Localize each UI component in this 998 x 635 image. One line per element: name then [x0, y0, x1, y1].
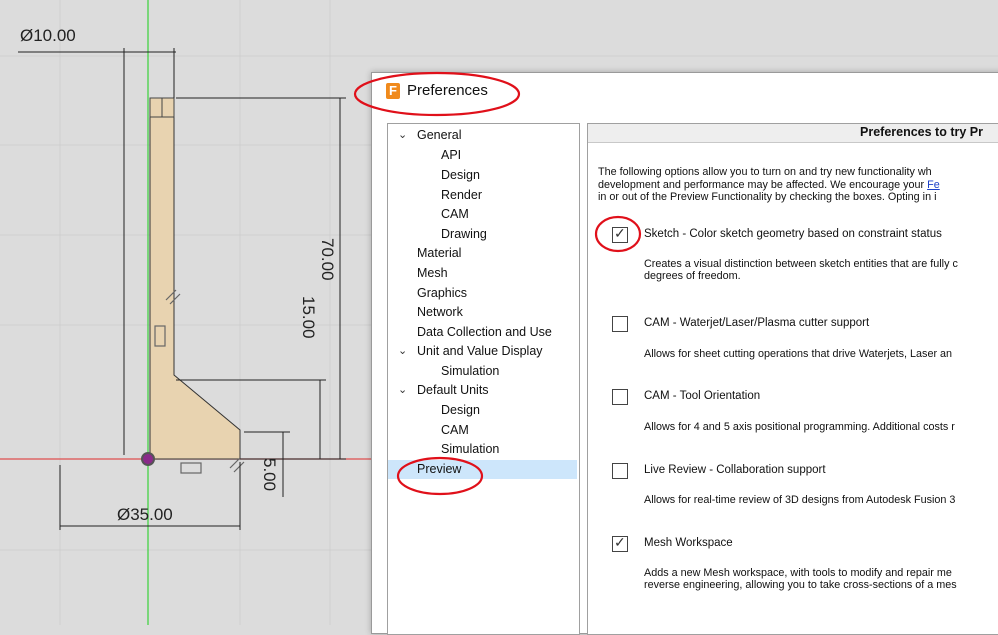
- tree-item-render[interactable]: Render: [441, 186, 482, 205]
- tree-item-cam[interactable]: CAM: [441, 205, 469, 224]
- option-desc-mesh-1: Adds a new Mesh workspace, with tools to…: [644, 567, 952, 579]
- tree-item-units-design[interactable]: Design: [441, 401, 480, 420]
- preferences-dialog: F Preferences ⌄ General API Design Rende…: [371, 72, 998, 635]
- option-label-sketch: Sketch - Color sketch geometry based on …: [644, 228, 942, 240]
- part-profile: [149, 97, 241, 460]
- cam-waterjet-checkbox[interactable]: [612, 316, 628, 332]
- option-desc-sketch-2: degrees of freedom.: [644, 270, 741, 282]
- chevron-down-icon[interactable]: ⌄: [398, 342, 410, 361]
- tree-item-unit-value-display[interactable]: ⌄ Unit and Value Display: [388, 342, 577, 361]
- checkmark-icon: ✓: [614, 225, 626, 241]
- option-label-live-review: Live Review - Collaboration support: [644, 464, 826, 476]
- chevron-down-icon[interactable]: ⌄: [398, 126, 410, 145]
- cam-tool-orientation-checkbox[interactable]: [612, 389, 628, 405]
- dialog-title: Preferences: [407, 82, 488, 99]
- panel-header: Preferences to try Pr: [588, 124, 998, 143]
- dialog-titlebar[interactable]: F Preferences: [372, 73, 998, 113]
- origin-point: [141, 452, 155, 466]
- tree-item-simulation[interactable]: Simulation: [441, 362, 499, 381]
- checkmark-icon: ✓: [614, 534, 626, 550]
- tree-item-default-units[interactable]: ⌄ Default Units: [388, 381, 577, 400]
- mesh-workspace-checkbox[interactable]: ✓: [612, 534, 628, 552]
- dim-base-height[interactable]: 5.00: [259, 458, 279, 491]
- intro-line-1: The following options allow you to turn …: [598, 166, 932, 178]
- preferences-tree[interactable]: ⌄ General API Design Render CAM Drawing …: [387, 123, 580, 635]
- option-desc-sketch-1: Creates a visual distinction between ske…: [644, 258, 958, 270]
- intro-line-2: development and performance may be affec…: [598, 179, 940, 191]
- option-label-tool-orientation: CAM - Tool Orientation: [644, 390, 761, 402]
- option-desc-waterjet: Allows for sheet cutting operations that…: [644, 348, 953, 360]
- tree-item-general[interactable]: ⌄ General: [388, 126, 577, 145]
- option-label-mesh-workspace: Mesh Workspace: [644, 537, 733, 549]
- tree-item-preview[interactable]: Preview: [388, 460, 577, 479]
- tree-item-units-cam[interactable]: CAM: [441, 421, 469, 440]
- tree-item-mesh[interactable]: Mesh: [417, 264, 448, 283]
- feedback-link[interactable]: Fe: [927, 179, 940, 191]
- tree-item-network[interactable]: Network: [417, 303, 463, 322]
- live-review-checkbox[interactable]: [612, 463, 628, 479]
- tree-item-units-simulation[interactable]: Simulation: [441, 440, 499, 459]
- panel-header-title: Preferences to try Pr: [860, 125, 983, 139]
- dim-mid-height[interactable]: 15.00: [298, 296, 318, 339]
- dim-top-diameter[interactable]: Ø10.00: [20, 26, 76, 46]
- tree-item-data-collection[interactable]: Data Collection and Use: [417, 323, 552, 342]
- tree-item-api[interactable]: API: [441, 146, 461, 165]
- fusion-app-icon: F: [386, 83, 400, 99]
- sketch-color-checkbox[interactable]: ✓: [612, 225, 628, 243]
- tree-item-drawing[interactable]: Drawing: [441, 225, 487, 244]
- option-desc-mesh-2: reverse engineering, allowing you to tak…: [644, 579, 957, 591]
- option-desc-live-review: Allows for real-time review of 3D design…: [644, 494, 956, 506]
- option-label-waterjet: CAM - Waterjet/Laser/Plasma cutter suppo…: [644, 317, 870, 329]
- tree-item-graphics[interactable]: Graphics: [417, 284, 467, 303]
- tree-item-material[interactable]: Material: [417, 244, 461, 263]
- chevron-down-icon[interactable]: ⌄: [398, 381, 410, 400]
- dim-height[interactable]: 70.00: [317, 238, 337, 281]
- option-desc-tool-orientation: Allows for 4 and 5 axis positional progr…: [644, 421, 955, 433]
- preview-panel: Preferences to try Pr The following opti…: [587, 123, 998, 635]
- intro-line-3: in or out of the Preview Functionality b…: [598, 191, 937, 203]
- tree-item-design[interactable]: Design: [441, 166, 480, 185]
- dim-base-diameter[interactable]: Ø35.00: [117, 505, 173, 525]
